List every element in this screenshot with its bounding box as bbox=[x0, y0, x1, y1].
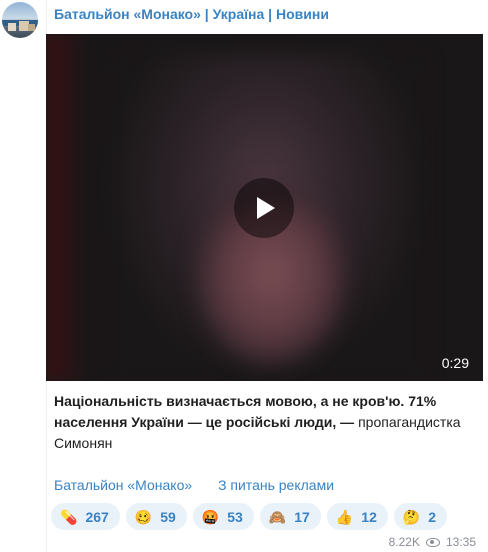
channel-title[interactable]: Батальйон «Монако» | Україна | Новини bbox=[54, 6, 329, 22]
video-duration: 0:29 bbox=[441, 355, 469, 371]
pill-emoji-icon: 💊 bbox=[60, 508, 78, 525]
avatar-building bbox=[28, 24, 35, 31]
cursing-face-icon: 🤬 bbox=[201, 508, 220, 525]
reaction-count: 17 bbox=[294, 508, 310, 525]
reaction-see-no-evil[interactable]: 🙈 17 bbox=[259, 503, 321, 530]
woozy-face-icon: 🥴 bbox=[134, 508, 153, 525]
thumbs-up-icon: 👍 bbox=[335, 508, 354, 525]
channel-avatar[interactable] bbox=[2, 2, 38, 38]
message-links: Батальйон «Монако» З питань реклами bbox=[54, 477, 356, 493]
reaction-count: 59 bbox=[160, 508, 176, 525]
ads-link[interactable]: З питань реклами bbox=[218, 477, 334, 493]
reaction-count: 12 bbox=[361, 508, 377, 525]
reaction-pill[interactable]: 💊 267 bbox=[51, 503, 120, 530]
message-meta: 8.22K 13:35 bbox=[389, 535, 476, 549]
reaction-count: 53 bbox=[227, 508, 243, 525]
reaction-thumbs-up[interactable]: 👍 12 bbox=[326, 503, 388, 530]
reaction-thinking[interactable]: 🤔 2 bbox=[393, 503, 448, 530]
play-icon[interactable] bbox=[234, 178, 294, 238]
thinking-face-icon: 🤔 bbox=[402, 508, 421, 525]
message-time: 13:35 bbox=[445, 535, 476, 549]
reaction-woozy[interactable]: 🥴 59 bbox=[125, 503, 187, 530]
view-count: 8.22K bbox=[388, 535, 420, 549]
channel-link[interactable]: Батальйон «Монако» bbox=[54, 477, 192, 493]
reactions-bar: 💊 267 🥴 59 🤬 53 🙈 17 👍 12 🤔 2 bbox=[51, 503, 448, 530]
see-no-evil-monkey-icon: 🙈 bbox=[268, 508, 287, 525]
video-frame-blur bbox=[46, 34, 86, 381]
reaction-cursing[interactable]: 🤬 53 bbox=[192, 503, 254, 530]
reaction-count: 2 bbox=[428, 508, 437, 525]
eye-icon bbox=[425, 537, 440, 547]
avatar-building bbox=[8, 23, 16, 31]
reaction-count: 267 bbox=[85, 508, 109, 525]
video-player[interactable]: 0:29 bbox=[46, 34, 483, 381]
message-text: Національність визначається мовою, а не … bbox=[54, 391, 474, 454]
